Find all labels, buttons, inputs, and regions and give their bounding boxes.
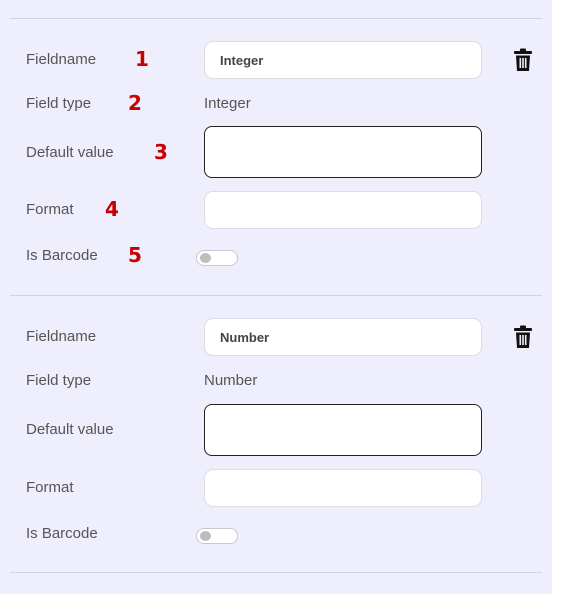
fieldname-label: Fieldname	[26, 51, 97, 68]
fieldname-label: Fieldname	[26, 328, 97, 345]
annotation-marker-2: 2	[128, 91, 142, 115]
default-value-label: Default value	[26, 144, 114, 161]
format-label: Format	[26, 479, 74, 496]
is-barcode-toggle[interactable]	[196, 528, 238, 544]
annotation-marker-4: 4	[105, 197, 119, 221]
trash-icon[interactable]	[513, 48, 533, 72]
trash-icon[interactable]	[513, 325, 533, 349]
default-value-input[interactable]	[204, 126, 482, 178]
format-label: Format	[26, 201, 74, 218]
field-type-label: Field type	[26, 372, 92, 389]
divider	[10, 295, 542, 296]
is-barcode-label: Is Barcode	[26, 525, 98, 542]
field-type-label: Field type	[26, 95, 92, 112]
field-list-panel: Fieldname 1 Field type 2 Integer Default…	[0, 0, 552, 594]
is-barcode-toggle[interactable]	[196, 250, 238, 266]
fieldname-input[interactable]	[204, 318, 482, 356]
field-type-value: Integer	[204, 95, 251, 112]
divider	[10, 572, 542, 573]
toggle-knob	[200, 531, 211, 541]
annotation-marker-3: 3	[154, 140, 168, 164]
is-barcode-label: Is Barcode	[26, 247, 98, 264]
annotation-marker-1: 1	[135, 47, 149, 71]
fieldname-input[interactable]	[204, 41, 482, 79]
format-input[interactable]	[204, 191, 482, 229]
default-value-label: Default value	[26, 421, 114, 438]
divider	[10, 18, 542, 19]
format-input[interactable]	[204, 469, 482, 507]
field-type-value: Number	[204, 372, 258, 389]
annotation-marker-5: 5	[128, 243, 142, 267]
toggle-knob	[200, 253, 211, 263]
default-value-input[interactable]	[204, 404, 482, 456]
